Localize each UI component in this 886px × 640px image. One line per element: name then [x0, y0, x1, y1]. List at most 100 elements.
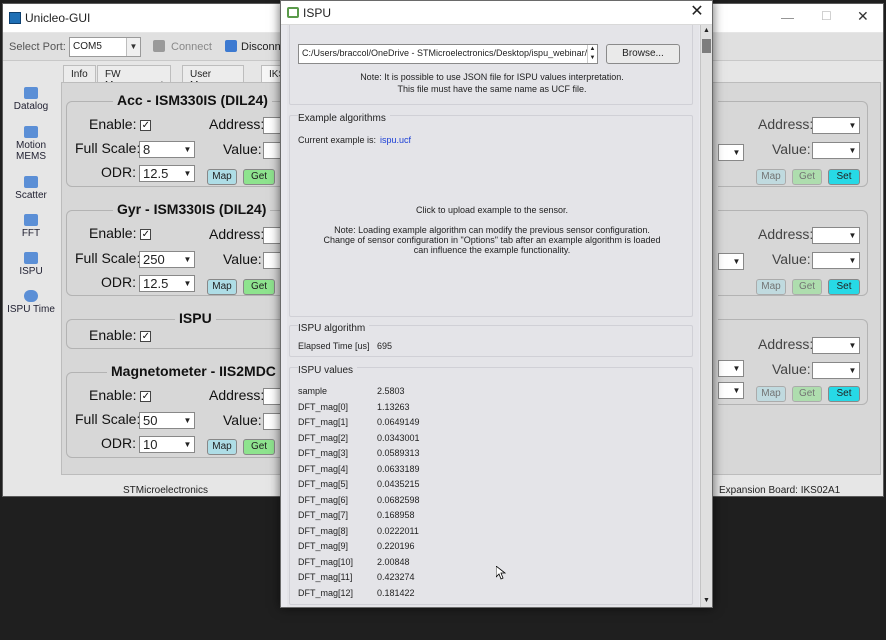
- maximize-icon[interactable]: ☐: [821, 9, 832, 23]
- load-note-line3: can influence the example functionality.: [413, 245, 571, 255]
- tab-fw-management[interactable]: FW Management: [97, 65, 172, 91]
- gyr-get-button[interactable]: Get: [243, 279, 275, 295]
- scroll-down-icon[interactable]: ▼: [701, 595, 712, 607]
- chevron-down-icon: ▼: [183, 145, 192, 154]
- right-3-address-select[interactable]: ▼: [812, 337, 860, 354]
- connect-button[interactable]: Connect: [171, 41, 212, 53]
- right-1-set-button[interactable]: Set: [828, 169, 860, 185]
- right-2-aux-select[interactable]: ▼: [718, 253, 744, 270]
- acc-map-button[interactable]: Map: [207, 169, 237, 185]
- gyr-full-scale-select[interactable]: 250 ▼: [139, 251, 195, 268]
- acc-full-scale-label: Full Scale:: [75, 140, 141, 156]
- right-1-get-button[interactable]: Get: [792, 169, 822, 185]
- sidebar-item-ispu-time[interactable]: ISPU Time: [3, 290, 59, 315]
- ispu-value-number: 0.181422: [377, 587, 415, 598]
- chevron-down-icon: ▼: [732, 364, 741, 373]
- gyr-map-button[interactable]: Map: [207, 279, 237, 295]
- current-example-link[interactable]: ispu.ucf: [380, 135, 411, 145]
- minimize-icon[interactable]: —: [781, 10, 794, 25]
- ispu-value-key: sample: [298, 386, 328, 396]
- mag-get-button[interactable]: Get: [243, 439, 275, 455]
- config-path-field[interactable]: C:/Users/braccol/OneDrive - STMicroelect…: [298, 44, 598, 64]
- ispu-value-number: 0.0633189: [377, 463, 420, 474]
- right-1-value-select[interactable]: ▼: [812, 142, 860, 159]
- acc-odr-select[interactable]: 12.5 ▼: [139, 165, 195, 182]
- sidebar-item-ispu[interactable]: ISPU: [3, 252, 59, 277]
- mag-map-button[interactable]: Map: [207, 439, 237, 455]
- acc-group-title: Acc - ISM330IS (DIL24): [113, 92, 272, 108]
- close-icon[interactable]: ✕: [688, 3, 706, 21]
- ispu-value-key: DFT_mag[2]: [298, 432, 349, 443]
- port-select[interactable]: COM5 ▼: [69, 37, 141, 57]
- upload-example-hint[interactable]: Click to upload example to the sensor.: [290, 205, 694, 215]
- ispu-value-key: DFT_mag[6]: [298, 494, 349, 505]
- spin-arrows-icon[interactable]: ▲ ▼: [587, 45, 597, 63]
- acc-full-scale-select[interactable]: 8 ▼: [139, 141, 195, 158]
- right-3-get-button[interactable]: Get: [792, 386, 822, 402]
- ispu-value-key: DFT_mag[11]: [298, 572, 353, 582]
- right-1-aux-select[interactable]: ▼: [718, 144, 744, 161]
- clock-icon: [24, 290, 38, 302]
- ispu-values-section: ISPU values sample 2.5803 DFT_mag[0] 1.1326…: [289, 365, 693, 605]
- mag-full-scale-select[interactable]: 50 ▼: [139, 412, 195, 429]
- ispu-dialog: ISPU ✕ C:/Users/braccol/OneDrive - STMic…: [280, 0, 713, 608]
- main-window-title: Unicleo-GUI: [25, 11, 91, 25]
- sidebar-item-motion-mems[interactable]: Motion MEMS: [3, 126, 59, 162]
- mag-enable-checkbox[interactable]: ✓: [140, 390, 152, 402]
- gyr-odr-select[interactable]: 12.5 ▼: [139, 275, 195, 292]
- elapsed-time-label: Elapsed Time [us]: [298, 341, 370, 351]
- ispu-value-number: 2.00848: [377, 556, 410, 567]
- gyr-odr-label: ODR:: [101, 274, 136, 290]
- right-3-map-button[interactable]: Map: [756, 386, 786, 402]
- select-port-label: Select Port:: [9, 41, 66, 53]
- acc-get-button[interactable]: Get: [243, 169, 275, 185]
- ispu-enable-checkbox[interactable]: ✓: [140, 330, 152, 342]
- mag-odr-select[interactable]: 10 ▼: [139, 436, 195, 453]
- load-note-line1: Note: Loading example algorithm can modi…: [334, 225, 650, 235]
- right-2-address-select[interactable]: ▼: [812, 227, 860, 244]
- right-3-aux-select-1[interactable]: ▼: [718, 360, 744, 377]
- status-expansion-board: Expansion Board: IKS02A1: [719, 485, 841, 496]
- right-3-value-select[interactable]: ▼: [812, 362, 860, 379]
- acc-enable-checkbox[interactable]: ✓: [140, 119, 152, 131]
- close-icon[interactable]: ✕: [857, 8, 869, 25]
- right-3-aux-select-2[interactable]: ▼: [718, 382, 744, 399]
- right-2-get-button[interactable]: Get: [792, 279, 822, 295]
- ispu-value-number: 0.0649149: [377, 417, 420, 427]
- ispu-value-number: 0.0435215: [377, 479, 420, 489]
- ispu-value-key: DFT_mag[12]: [298, 587, 354, 598]
- tab-user-messages[interactable]: User Messages: [182, 65, 244, 91]
- mag-address-label: Address:: [209, 387, 265, 403]
- scatter-icon: [24, 176, 38, 188]
- dialog-scrollbar[interactable]: ▲ ▼: [700, 25, 712, 607]
- mouse-cursor-icon: [496, 566, 506, 580]
- mag-group-title: Magnetometer - IIS2MDC: [107, 363, 280, 379]
- current-example-label: Current example is:: [298, 135, 377, 145]
- browse-button[interactable]: Browse...: [606, 44, 680, 64]
- ispu-value-key: DFT_mag[1]: [298, 417, 349, 427]
- tab-info[interactable]: Info: [63, 65, 96, 83]
- right-3-set-button[interactable]: Set: [828, 386, 860, 402]
- right-2-value-select[interactable]: ▼: [812, 252, 860, 269]
- sidebar-item-fft[interactable]: FFT: [3, 214, 59, 239]
- ispu-value-key: DFT_mag[9]: [298, 541, 349, 551]
- right-2-set-button[interactable]: Set: [828, 279, 860, 295]
- ispu-dialog-title: ISPU: [303, 6, 332, 20]
- json-note-line2: This file must have the same name as UCF…: [397, 84, 587, 94]
- chevron-down-icon: ▼: [848, 121, 857, 130]
- ispu-value-number: 0.0589313: [377, 448, 420, 458]
- json-note-line1: Note: It is possible to use JSON file fo…: [360, 72, 624, 82]
- scrollbar-thumb[interactable]: [702, 39, 711, 53]
- right-group-2: ▼ Address: ▼ Value: ▼ Map Get Set: [718, 210, 868, 296]
- right-1-map-button[interactable]: Map: [756, 169, 786, 185]
- scroll-up-icon[interactable]: ▲: [701, 25, 712, 37]
- right-1-address-select[interactable]: ▼: [812, 117, 860, 134]
- right-3-value-label: Value:: [772, 361, 811, 377]
- gyr-enable-checkbox[interactable]: ✓: [140, 228, 152, 240]
- sidebar-item-scatter[interactable]: Scatter: [3, 176, 59, 201]
- right-2-map-button[interactable]: Map: [756, 279, 786, 295]
- ispu-value-key: DFT_mag[5]: [298, 479, 349, 489]
- right-3-address-label: Address:: [758, 336, 814, 352]
- right-2-address-label: Address:: [758, 226, 814, 242]
- sidebar-item-datalog[interactable]: Datalog: [3, 87, 59, 112]
